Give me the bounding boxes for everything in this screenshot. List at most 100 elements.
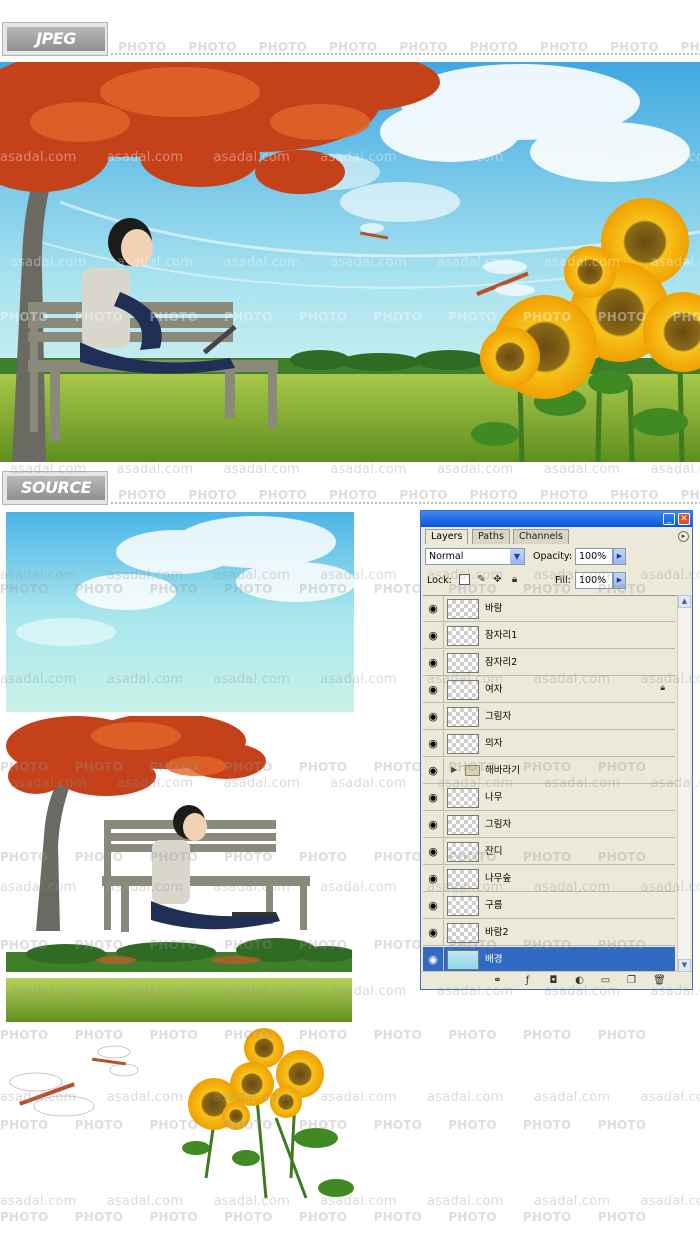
layer-name: 그림자 <box>485 819 512 830</box>
eye-icon[interactable]: ◉ <box>425 628 441 644</box>
layer-row[interactable]: ◉ 구름 <box>423 893 675 919</box>
layers-scrollbar[interactable]: ▲ ▼ <box>677 595 691 972</box>
link-icon[interactable]: ⚭ <box>491 975 504 987</box>
source-label: SOURCE <box>7 476 105 500</box>
new-group-icon[interactable]: ▭ <box>599 975 612 987</box>
composite-image <box>0 62 700 462</box>
layer-name: 나무숲 <box>485 873 512 884</box>
layer-name: 잔디 <box>485 846 503 857</box>
fill-label: Fill: <box>555 575 571 586</box>
lock-label: Lock: <box>427 575 452 586</box>
layer-thumbnail <box>447 896 479 916</box>
blend-mode-value: Normal <box>429 551 464 562</box>
source-grass <box>6 978 352 1022</box>
new-layer-icon[interactable]: ❐ <box>625 975 638 987</box>
brush-icon[interactable]: ✎ <box>476 574 487 585</box>
eye-icon[interactable]: ◉ <box>425 736 441 752</box>
watermark-site-row: asadal.com asadal.com asadal.com asadal.… <box>10 462 700 477</box>
adjustment-layer-icon[interactable]: ◐ <box>573 975 586 987</box>
source-dragonflies <box>6 1036 146 1120</box>
tab-paths[interactable]: Paths <box>472 529 510 544</box>
layer-thumbnail <box>447 815 479 835</box>
fill-input[interactable]: 100% <box>575 572 613 589</box>
layer-row[interactable]: ◉ 나무숲 <box>423 866 675 892</box>
blend-mode-select[interactable]: Normal ▼ <box>425 548 525 565</box>
source-label-box: SOURCE <box>2 471 108 505</box>
layers-panel: _ ✕ Layers Paths Channels ▸ Normal ▼ Opa… <box>420 510 693 990</box>
layer-thumbnail <box>447 626 479 646</box>
opacity-slider-button[interactable]: ▶ <box>613 548 626 565</box>
expand-arrow-icon[interactable]: ▶ <box>451 765 457 774</box>
panel-tabs: Layers Paths Channels <box>425 529 687 544</box>
watermark-photo-row: PHOTO PHOTO PHOTO PHOTO PHOTO PHOTO PHOT… <box>118 488 700 502</box>
divider-dots <box>110 501 700 505</box>
source-tree-line <box>6 938 352 972</box>
lock-icon: 🔒︎ <box>660 683 665 693</box>
layer-thumbnail <box>447 788 479 808</box>
layer-thumbnail <box>447 923 479 943</box>
panel-titlebar[interactable]: _ ✕ <box>421 511 692 527</box>
minimize-icon[interactable]: _ <box>663 513 675 525</box>
blend-row: Normal ▼ Opacity: 100% ▶ <box>425 547 689 567</box>
eye-icon[interactable]: ◉ <box>425 709 441 725</box>
layer-name: 잠자리1 <box>485 630 518 641</box>
source-sunflowers <box>176 1028 356 1204</box>
eye-icon[interactable]: ◉ <box>425 601 441 617</box>
panel-menu-icon[interactable]: ▸ <box>678 531 689 542</box>
eye-icon[interactable]: ◉ <box>425 790 441 806</box>
divider-dots <box>110 52 700 56</box>
layer-row-selected[interactable]: ◉ 배경 <box>423 947 675 973</box>
layer-name: 구름 <box>485 900 503 911</box>
layer-row[interactable]: ◉ 의자 <box>423 731 675 757</box>
layer-row[interactable]: ◉ 바람2 <box>423 920 675 946</box>
eye-icon[interactable]: ◉ <box>425 763 441 779</box>
eye-icon[interactable]: ◉ <box>425 682 441 698</box>
lock-icon[interactable]: 🔒︎ <box>509 574 520 585</box>
lock-transparency-icon[interactable] <box>459 574 470 585</box>
tab-channels[interactable]: Channels <box>513 529 569 544</box>
layers-bottom-bar: ⚭ ƒ ◘ ◐ ▭ ❐ 🗑︎ <box>421 971 692 989</box>
layer-thumbnail <box>447 707 479 727</box>
layer-row[interactable]: ◉ 여자 🔒︎ <box>423 677 675 703</box>
layer-name: 여자 <box>485 684 503 695</box>
tab-layers[interactable]: Layers <box>425 529 469 544</box>
layer-thumbnail <box>447 599 479 619</box>
watermark-photo-row: PHOTO PHOTO PHOTO PHOTO PHOTO PHOTO PHOT… <box>0 1210 647 1224</box>
layer-thumbnail <box>447 653 479 673</box>
layer-row[interactable]: ◉ 그림자 <box>423 704 675 730</box>
layer-row[interactable]: ◉ 잔디 <box>423 839 675 865</box>
fill-slider-button[interactable]: ▶ <box>613 572 626 589</box>
eye-icon[interactable]: ◉ <box>425 844 441 860</box>
layer-name: 나무 <box>485 792 503 803</box>
chevron-down-icon[interactable]: ▼ <box>510 549 524 564</box>
opacity-input[interactable]: 100% <box>575 548 613 565</box>
layers-list: ◉ 바람 ◉ 잠자리1 ◉ 잠자리2 ◉ 여자 🔒︎ ◉ 그림자 ◉ 의자 ◉ … <box>423 595 677 973</box>
eye-icon[interactable]: ◉ <box>425 871 441 887</box>
lock-row: Lock: ✎ ✥ 🔒︎ Fill: 100% ▶ <box>425 571 689 591</box>
layer-name: 배경 <box>485 954 503 965</box>
layer-row[interactable]: ◉ 잠자리2 <box>423 650 675 676</box>
layer-thumbnail <box>447 680 479 700</box>
layer-row[interactable]: ◉ 잠자리1 <box>423 623 675 649</box>
trash-icon[interactable]: 🗑︎ <box>653 975 666 987</box>
layer-thumbnail <box>447 734 479 754</box>
source-tree-bench-girl <box>6 716 316 936</box>
eye-icon[interactable]: ◉ <box>425 952 441 968</box>
layer-row[interactable]: ◉ 바람 <box>423 596 675 622</box>
layer-style-icon[interactable]: ƒ <box>521 975 534 987</box>
eye-icon[interactable]: ◉ <box>425 655 441 671</box>
jpeg-label-box: JPEG <box>2 22 108 56</box>
eye-icon[interactable]: ◉ <box>425 898 441 914</box>
folder-icon <box>465 765 480 776</box>
eye-icon[interactable]: ◉ <box>425 925 441 941</box>
layer-name: 잠자리2 <box>485 657 518 668</box>
eye-icon[interactable]: ◉ <box>425 817 441 833</box>
close-icon[interactable]: ✕ <box>678 513 690 525</box>
layer-group-row[interactable]: ◉ ▶ 해바라기 <box>423 758 675 784</box>
opacity-label: Opacity: <box>533 551 573 562</box>
layer-row[interactable]: ◉ 나무 <box>423 785 675 811</box>
mask-icon[interactable]: ◘ <box>547 975 560 987</box>
scroll-up-icon[interactable]: ▲ <box>678 595 691 608</box>
move-icon[interactable]: ✥ <box>492 574 503 585</box>
layer-row[interactable]: ◉ 그림자 <box>423 812 675 838</box>
